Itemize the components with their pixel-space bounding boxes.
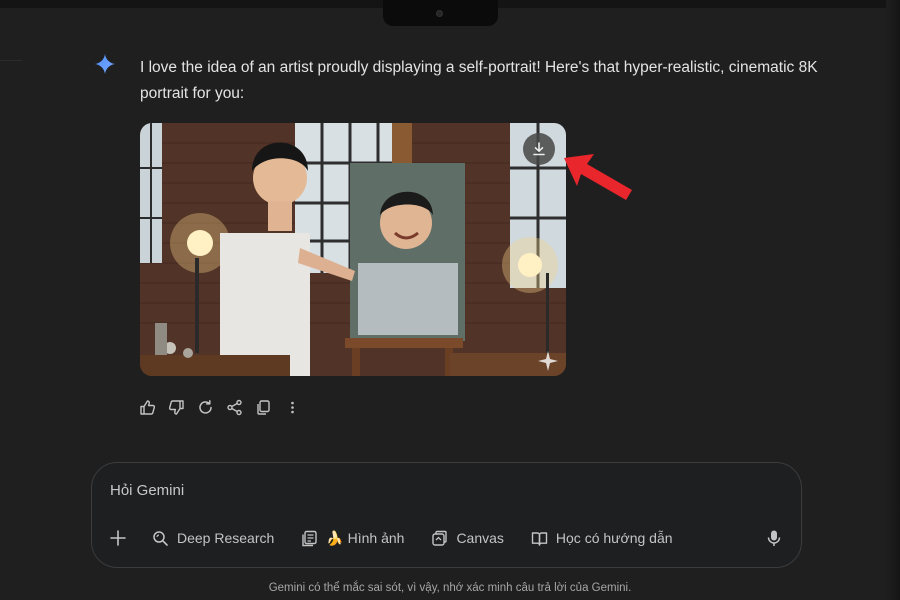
image-icon xyxy=(301,530,318,547)
guided-learning-icon xyxy=(531,530,548,547)
annotation-arrow-icon xyxy=(564,154,632,200)
disclaimer-text: Gemini có thể mắc sai sót, vì vậy, nhớ x… xyxy=(268,582,632,594)
guided-learning-button[interactable]: Học có hướng dẫn xyxy=(531,530,673,547)
response-actions xyxy=(138,397,301,417)
prompt-input-box[interactable] xyxy=(91,462,802,568)
gemini-sparkle-icon xyxy=(95,54,115,74)
mic-icon[interactable] xyxy=(765,529,783,547)
download-icon xyxy=(533,142,545,156)
download-button[interactable] xyxy=(523,133,555,165)
divider xyxy=(0,60,22,70)
share-button[interactable] xyxy=(225,398,243,416)
share-icon xyxy=(226,399,242,415)
generated-image[interactable] xyxy=(140,123,566,376)
deep-research-button[interactable]: Deep Research xyxy=(152,530,274,547)
thumbs-down-icon xyxy=(168,399,184,415)
regenerate-icon xyxy=(198,399,212,414)
app-window: I love the idea of an artist proudly dis… xyxy=(0,0,900,600)
camera-icon xyxy=(436,10,443,17)
composer-toolbar: Deep Research 🍌 Hình ảnh Canvas Học có h… xyxy=(108,527,700,549)
prompt-input[interactable]: Hỏi Gemini xyxy=(110,482,184,499)
thumbs-down-button[interactable] xyxy=(167,398,185,416)
deep-research-icon xyxy=(152,530,169,547)
add-button[interactable] xyxy=(108,528,128,548)
response-text: I love the idea of an artist proudly dis… xyxy=(140,59,818,102)
regenerate-button[interactable] xyxy=(196,398,214,416)
more-vert-icon xyxy=(290,401,294,413)
tool-label: Học có hướng dẫn xyxy=(555,530,673,546)
tool-label: Canvas xyxy=(456,530,504,546)
tool-label: Deep Research xyxy=(177,530,275,546)
image-tool-button[interactable]: 🍌 Hình ảnh xyxy=(301,530,404,547)
thumbs-up-button[interactable] xyxy=(138,398,156,416)
copy-icon xyxy=(256,399,270,415)
canvas-button[interactable]: Canvas xyxy=(431,530,504,547)
plus-icon xyxy=(110,530,126,546)
copy-button[interactable] xyxy=(254,398,272,416)
more-options-button[interactable] xyxy=(283,398,301,416)
canvas-icon xyxy=(431,530,448,547)
tool-label: 🍌 Hình ảnh xyxy=(326,529,405,546)
thumbs-up-icon xyxy=(139,399,155,415)
bezel-right xyxy=(886,0,900,600)
